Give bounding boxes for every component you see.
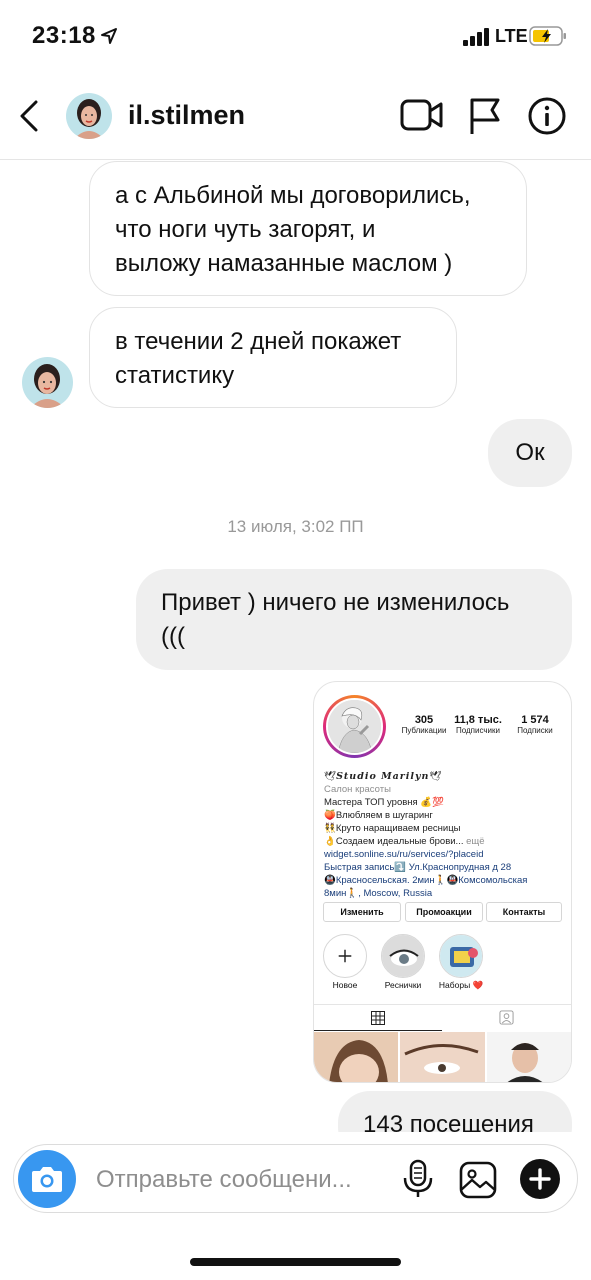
video-camera-icon[interactable] xyxy=(400,98,444,132)
message-list[interactable]: а с Альбиной мы договорились, что ноги ч… xyxy=(0,161,591,1132)
stat-value: 11,8 тыс. xyxy=(454,714,502,726)
highlight-label: Реснички xyxy=(384,980,422,990)
bio-line: 👌Создаем идеальные брови... xyxy=(324,836,464,847)
flag-icon[interactable] xyxy=(468,96,502,136)
tagged-icon[interactable] xyxy=(499,1010,514,1025)
profile-bio: 🕊Studio Marilyn🕊 Салон красоты Мастера Т… xyxy=(324,770,566,900)
highlight-label: Новое xyxy=(332,980,358,990)
highlight-kits[interactable] xyxy=(439,934,483,978)
contacts-button[interactable]: Контакты xyxy=(486,902,562,922)
message-text-line: ((( xyxy=(161,623,185,650)
message-composer xyxy=(13,1144,578,1213)
back-chevron-icon[interactable] xyxy=(14,96,46,136)
battery-charging-icon xyxy=(529,26,566,46)
grid-post[interactable] xyxy=(400,1032,485,1082)
profile-picture xyxy=(323,695,386,758)
message-input[interactable] xyxy=(96,1165,386,1195)
stat-value: 1 574 xyxy=(521,714,549,726)
grid-post[interactable] xyxy=(487,1032,571,1082)
message-bubble-outgoing[interactable]: 143 посещения xyxy=(338,1091,572,1132)
more-actions-button[interactable] xyxy=(520,1159,560,1199)
message-bubble-outgoing[interactable]: Ок xyxy=(488,419,572,487)
message-text-line: Привет ) ничего не изменилось xyxy=(161,589,510,616)
tab-grid[interactable] xyxy=(314,1005,442,1031)
plus-icon xyxy=(338,949,352,963)
bio-address-line: 🚇Красносельская. 2мин🚶🚇Комсомольская xyxy=(324,875,528,886)
message-timestamp: 13 июля, 3:02 ПП xyxy=(227,517,364,536)
stat-label: Подписки xyxy=(517,726,553,735)
message-text-line: статистику xyxy=(115,362,235,389)
camera-icon xyxy=(32,1167,62,1192)
bio-category: Салон красоты xyxy=(324,784,391,795)
message-text-line: 143 посещения xyxy=(363,1111,534,1132)
chat-header: il.stilmen xyxy=(0,72,591,160)
grid-icon xyxy=(371,1011,385,1025)
grid-post[interactable] xyxy=(314,1032,398,1082)
microphone-icon[interactable] xyxy=(400,1159,436,1199)
gallery-icon[interactable] xyxy=(458,1160,498,1200)
bio-address-line: 8мин🚶, Moscow, Russia xyxy=(324,888,433,899)
message-bubble-outgoing[interactable]: Привет ) ничего не изменилось ((( xyxy=(136,569,572,670)
chat-username[interactable]: il.stilmen xyxy=(128,100,245,131)
highlight-new[interactable] xyxy=(323,934,367,978)
avatar[interactable] xyxy=(66,93,112,139)
message-bubble-incoming[interactable]: в течении 2 дней покажет статистику xyxy=(89,307,457,408)
plus-icon xyxy=(529,1168,551,1190)
bio-line-wrap: 👌Создаем идеальные брови... ещё xyxy=(324,835,566,848)
edit-profile-button[interactable]: Изменить xyxy=(323,902,401,922)
location-arrow-icon xyxy=(101,28,117,44)
profile-tabbar xyxy=(314,1004,571,1031)
highlight-lashes[interactable] xyxy=(381,934,425,978)
message-text-line: выложу намазанные маслом ) xyxy=(115,250,453,277)
bio-website-link[interactable]: widget.sonline.su/ru/services/?placeid xyxy=(324,848,566,861)
message-text-line: а с Альбиной мы договорились, xyxy=(115,182,471,209)
message-text-line: Ок xyxy=(515,439,545,466)
shared-screenshot[interactable]: 305 Публикации 11,8 тыс. Подписчики 1 57… xyxy=(313,681,572,1083)
message-text-line: что ноги чуть загорят, и xyxy=(115,216,376,243)
bio-line: 👯Круто наращиваем ресницы xyxy=(324,823,461,834)
message-bubble-incoming[interactable]: а с Альбиной мы договорились, что ноги ч… xyxy=(89,161,527,296)
promotions-button[interactable]: Промоакции xyxy=(405,902,483,922)
status-time: 23:18 xyxy=(32,22,96,49)
bio-address-line: Быстрая запись⤵️ Ул.Краснопрудная д 28 xyxy=(324,862,512,873)
info-icon[interactable] xyxy=(527,96,567,136)
stat-value: 305 xyxy=(414,714,434,726)
home-indicator[interactable] xyxy=(190,1258,401,1266)
camera-button[interactable] xyxy=(18,1150,76,1208)
stat-followers[interactable]: 11,8 тыс. Подписчики xyxy=(450,714,506,735)
sender-avatar[interactable] xyxy=(22,357,73,408)
stat-label: Подписчики xyxy=(455,726,500,735)
bio-line: Мастера ТОП уровня 💰💯 xyxy=(324,797,444,808)
bio-more-link[interactable]: ещё xyxy=(466,836,484,847)
signal-bars-icon xyxy=(463,28,491,46)
highlight-label: Наборы ❤️ xyxy=(438,980,484,990)
network-type: LTE xyxy=(495,26,528,46)
stat-posts[interactable]: 305 Публикации xyxy=(398,714,450,735)
bio-line: 🍑Влюбляем в шугаринг xyxy=(324,810,433,821)
message-text-line: в течении 2 дней покажет xyxy=(115,328,402,355)
status-bar: 23:18 LTE xyxy=(0,0,591,72)
bio-name: Studio Marilyn xyxy=(336,771,430,782)
bio-name-line: 🕊Studio Marilyn🕊 xyxy=(324,771,442,782)
stat-label: Публикации xyxy=(401,726,447,735)
stat-following[interactable]: 1 574 Подписки xyxy=(508,714,562,735)
